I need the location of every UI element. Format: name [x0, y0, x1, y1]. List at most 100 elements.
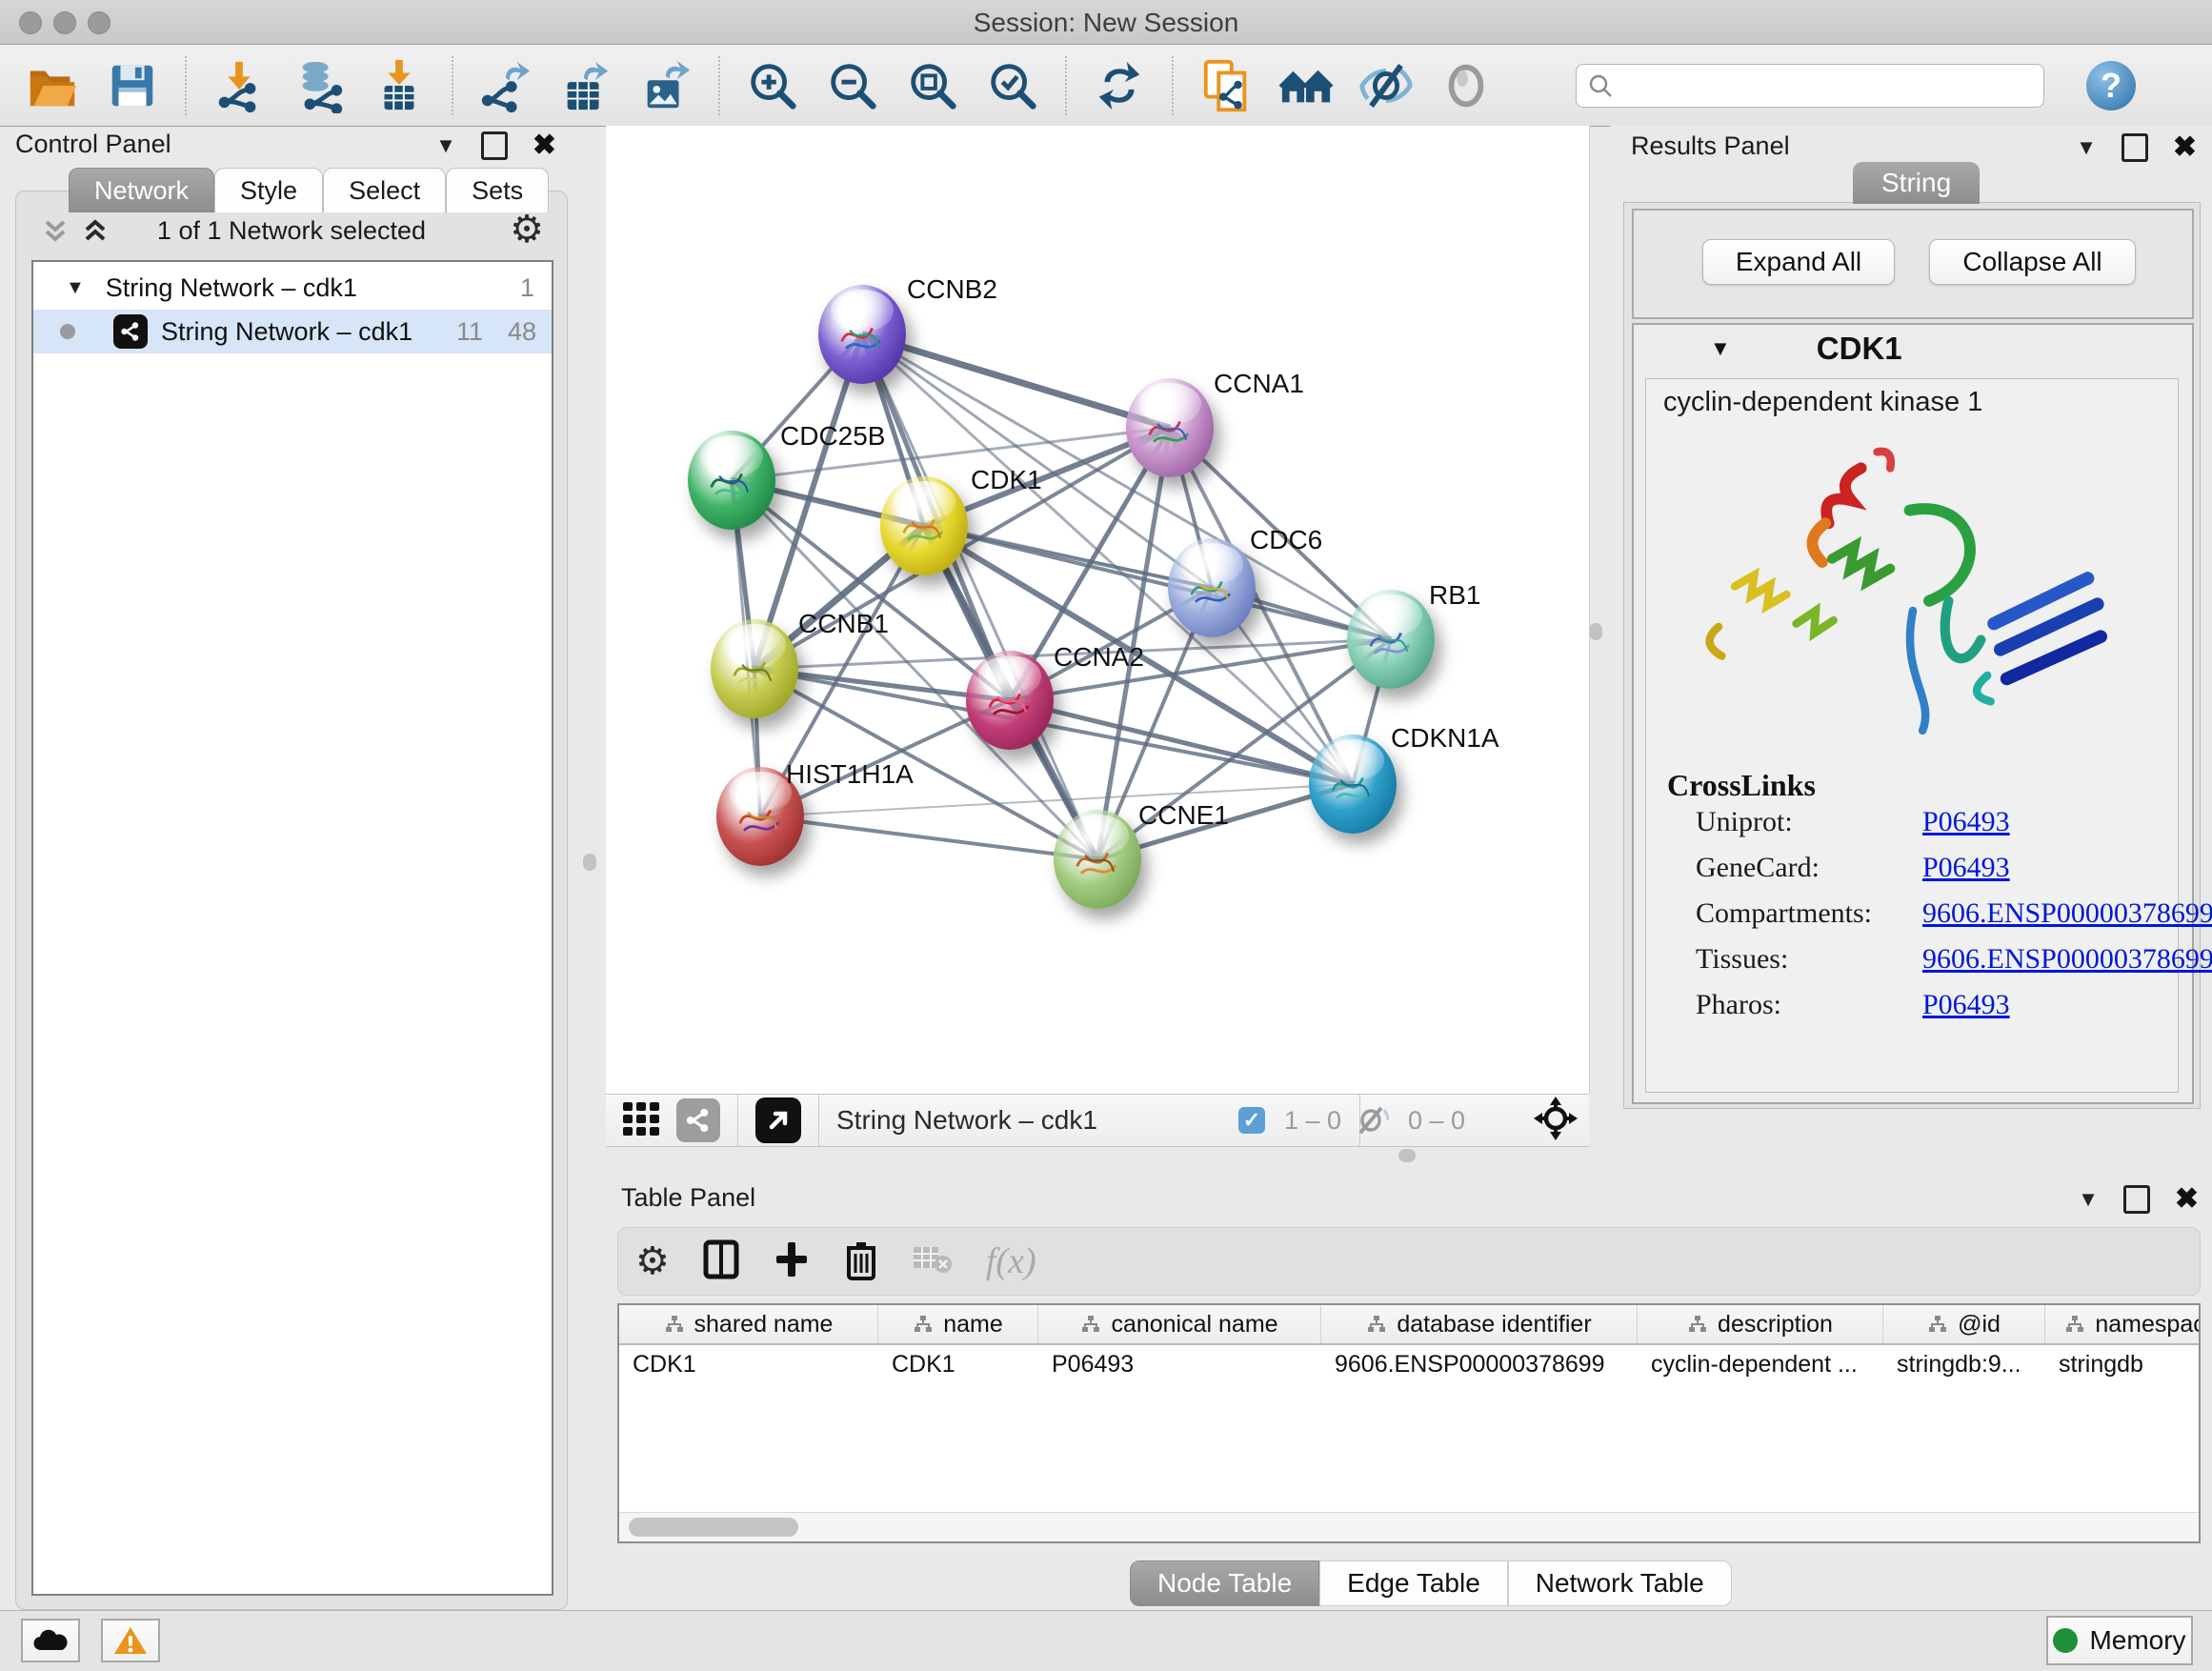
export-network-icon[interactable] — [478, 58, 533, 113]
show-all-networks-icon[interactable] — [1278, 58, 1334, 113]
network-edge[interactable] — [760, 816, 1097, 859]
network-node-ccna2[interactable] — [966, 651, 1054, 750]
results-float-icon[interactable] — [2122, 133, 2148, 162]
table-cell[interactable]: 9606.ENSP00000378699 — [1321, 1345, 1638, 1383]
network-canvas[interactable]: CCNB2CCNA1CDC25BCDK1CDC6RB1CCNB1CCNA2CDK… — [606, 126, 1590, 1094]
network-options-gear-icon[interactable]: ⚙ — [510, 211, 544, 249]
grid-view-icon[interactable] — [619, 1097, 663, 1145]
crosslink-tissues[interactable]: 9606.ENSP00000378699 — [1922, 943, 2212, 976]
memory-button[interactable]: Memory — [2046, 1616, 2193, 1665]
tab-network-table[interactable]: Network Table — [1508, 1560, 1732, 1606]
gene-name: CDK1 — [1817, 331, 1902, 367]
edge-count: 48 — [508, 317, 536, 347]
zoom-fit-icon[interactable] — [905, 58, 960, 113]
scrollbar-thumb[interactable] — [629, 1518, 798, 1537]
pan-mode-icon[interactable] — [1532, 1095, 1579, 1147]
crosslink-genecard[interactable]: P06493 — [1922, 852, 2010, 884]
table-row[interactable]: CDK1CDK1P064939606.ENSP00000378699cyclin… — [619, 1345, 2201, 1383]
help-button[interactable]: ? — [2086, 61, 2136, 111]
cloud-status-button[interactable] — [21, 1619, 80, 1662]
panel-close-icon[interactable]: ✖ — [533, 134, 556, 157]
network-share-view-icon[interactable] — [676, 1098, 720, 1142]
crosslink-compartments[interactable]: 9606.ENSP00000378699 — [1922, 897, 2212, 930]
column-header-name[interactable]: name — [878, 1305, 1038, 1343]
right-splitter-handle[interactable] — [1589, 623, 1602, 640]
table-collapse-icon[interactable]: ▼ — [2078, 1187, 2099, 1212]
column-header-canonical-name[interactable]: canonical name — [1038, 1305, 1321, 1343]
table-cell[interactable]: CDK1 — [619, 1345, 878, 1383]
hide-selected-icon[interactable] — [1358, 58, 1414, 113]
table-cell[interactable]: cyclin-dependent ... — [1638, 1345, 1883, 1383]
zoom-in-icon[interactable] — [745, 58, 800, 113]
panel-float-icon[interactable] — [481, 131, 508, 160]
table-panel: Table Panel ▼ ✖ ⚙ f(x) shared namenameca… — [606, 1179, 2212, 1610]
tab-select[interactable]: Select — [323, 168, 446, 212]
zoom-out-icon[interactable] — [825, 58, 880, 113]
table-header-row[interactable]: shared namenamecanonical namedatabase id… — [619, 1305, 2201, 1345]
collapse-all-button[interactable]: Collapse All — [1929, 239, 2136, 285]
search-field[interactable] — [1576, 64, 2044, 108]
warning-status-button[interactable] — [101, 1619, 160, 1662]
network-collection-row[interactable]: ▼ String Network – cdk1 1 — [33, 266, 552, 310]
panel-collapse-icon[interactable]: ▼ — [435, 133, 456, 158]
network-row[interactable]: String Network – cdk1 11 48 — [33, 310, 552, 353]
table-cell[interactable]: stringdb:9... — [1883, 1345, 2045, 1383]
table-options-gear-icon[interactable]: ⚙ — [635, 1242, 670, 1280]
gene-section-header[interactable]: ▼ CDK1 — [1634, 325, 2192, 372]
table-horizontal-scrollbar[interactable] — [619, 1512, 2199, 1541]
table-cell[interactable]: CDK1 — [878, 1345, 1038, 1383]
search-input[interactable] — [1615, 70, 2019, 101]
network-node-ccne1[interactable] — [1054, 810, 1141, 909]
save-session-icon[interactable] — [105, 58, 160, 113]
network-node-ccnb2[interactable] — [818, 285, 906, 384]
network-node-ccna1[interactable] — [1126, 378, 1214, 477]
tab-sets[interactable]: Sets — [446, 168, 549, 212]
tab-style[interactable]: Style — [214, 168, 323, 212]
tab-edge-table[interactable]: Edge Table — [1319, 1560, 1508, 1606]
import-table-file-icon[interactable] — [372, 58, 427, 113]
node-table[interactable]: shared namenamecanonical namedatabase id… — [617, 1303, 2201, 1543]
detach-view-icon[interactable] — [755, 1097, 801, 1143]
table-close-icon[interactable]: ✖ — [2175, 1188, 2199, 1211]
results-collapse-icon[interactable]: ▼ — [2076, 135, 2097, 160]
show-columns-icon[interactable] — [702, 1238, 740, 1285]
selected-nodes-checkbox[interactable]: ✓ — [1238, 1107, 1265, 1134]
show-graphics-details-icon[interactable] — [1438, 58, 1494, 113]
tab-node-table[interactable]: Node Table — [1130, 1560, 1319, 1606]
network-edge[interactable] — [862, 334, 1170, 428]
crosslink-pharos[interactable]: P06493 — [1922, 989, 2010, 1021]
horizontal-splitter-handle[interactable] — [1398, 1149, 1416, 1162]
network-node-cdc6[interactable] — [1168, 538, 1256, 637]
column-header-namespace[interactable]: namespace — [2045, 1305, 2201, 1343]
add-column-icon[interactable] — [773, 1238, 811, 1285]
export-table-icon[interactable] — [558, 58, 613, 113]
zoom-selected-icon[interactable] — [985, 58, 1040, 113]
tab-network[interactable]: Network — [69, 168, 214, 212]
network-node-cdkn1a[interactable] — [1309, 735, 1397, 834]
open-session-icon[interactable] — [25, 58, 80, 113]
tree-expander-icon[interactable]: ▼ — [66, 277, 85, 299]
network-node-ccnb1[interactable] — [711, 619, 798, 718]
column-header--id[interactable]: @id — [1883, 1305, 2045, 1343]
network-node-cdk1[interactable] — [880, 476, 968, 575]
network-node-cdc25b[interactable] — [688, 431, 775, 530]
table-float-icon[interactable] — [2123, 1185, 2150, 1214]
tab-string[interactable]: String — [1853, 162, 1980, 204]
results-close-icon[interactable]: ✖ — [2173, 136, 2197, 159]
table-cell[interactable]: stringdb — [2045, 1345, 2201, 1383]
crosslink-uniprot[interactable]: P06493 — [1922, 806, 2010, 838]
delete-column-icon[interactable] — [843, 1238, 879, 1285]
table-cell[interactable]: P06493 — [1038, 1345, 1321, 1383]
network-node-rb1[interactable] — [1347, 590, 1435, 689]
column-header-database-identifier[interactable]: database identifier — [1321, 1305, 1638, 1343]
column-header-shared-name[interactable]: shared name — [619, 1305, 878, 1343]
copy-style-icon[interactable] — [1198, 58, 1254, 113]
expand-all-button[interactable]: Expand All — [1702, 239, 1895, 285]
export-image-icon[interactable] — [638, 58, 694, 113]
column-header-description[interactable]: description — [1638, 1305, 1883, 1343]
section-expander-icon[interactable]: ▼ — [1710, 336, 1731, 361]
import-network-file-icon[interactable] — [211, 58, 267, 113]
left-splitter-handle[interactable] — [583, 854, 596, 871]
refresh-view-icon[interactable] — [1092, 58, 1147, 113]
import-network-database-icon[interactable] — [292, 58, 347, 113]
